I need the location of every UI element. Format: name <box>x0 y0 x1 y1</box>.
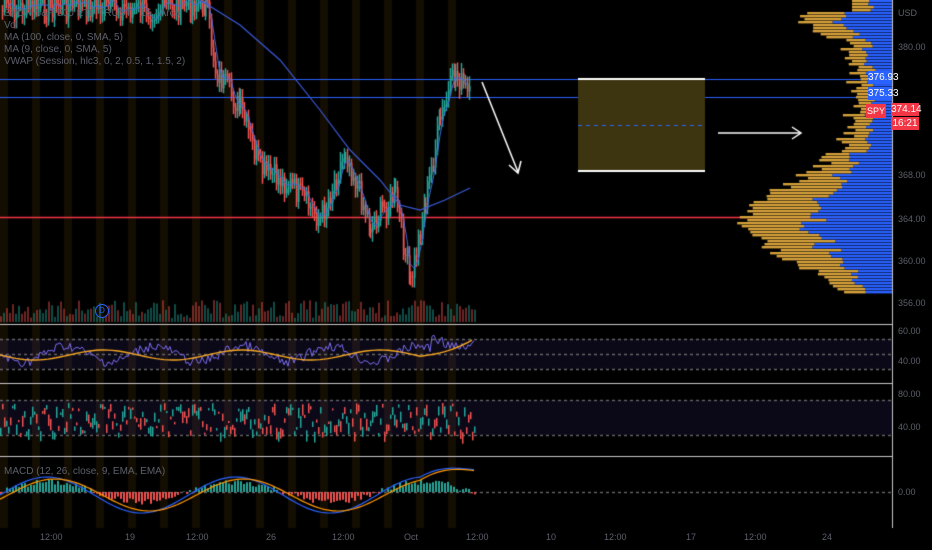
rsi-axis-label: 60.00 <box>898 326 921 336</box>
price-axis-label: 356.00 <box>898 298 926 308</box>
chart-legend: SPDR S&P 500 ETF TRUST · 15 · Arca Vol M… <box>4 8 185 68</box>
currency-label: USD <box>898 8 918 18</box>
legend-volume[interactable]: Vol <box>4 20 185 32</box>
price-tag-376: 376.93 <box>868 71 899 84</box>
time-label: 12:00 <box>40 532 63 542</box>
time-label: 24 <box>822 532 833 542</box>
countdown-tag: 16:21 <box>891 117 919 130</box>
symbol-badge: SPY <box>866 104 886 118</box>
time-label: 26 <box>266 532 277 542</box>
stoch-axis-label: 80.00 <box>898 389 921 399</box>
price-axis-label: 364.00 <box>898 214 926 224</box>
rsi-axis-label: 40.00 <box>898 356 921 366</box>
macd-axis-label: 0.00 <box>898 487 916 497</box>
stoch-axis-label: 40.00 <box>898 422 921 432</box>
price-axis-label: 380.00 <box>898 42 926 52</box>
macd-legend[interactable]: MACD (12, 26, close, 9, EMA, EMA) <box>4 466 165 478</box>
price-axis-label: 360.00 <box>898 256 926 266</box>
time-label: 17 <box>686 532 697 542</box>
price-tag-375: 375.33 <box>868 87 899 100</box>
legend-vwap[interactable]: VWAP (Session, hlc3, 0, 2, 0.5, 1, 1.5, … <box>4 56 185 68</box>
legend-ma-9[interactable]: MA (9, close, 0, SMA, 5) <box>4 44 185 56</box>
time-label: 12:00 <box>744 532 767 542</box>
time-label: 12:00 <box>332 532 355 542</box>
price-axis-label: 368.00 <box>898 170 926 180</box>
time-label: 10 <box>546 532 557 542</box>
legend-symbol[interactable]: SPDR S&P 500 ETF TRUST · 15 · Arca <box>4 8 185 20</box>
time-label: 12:00 <box>604 532 627 542</box>
time-label: 19 <box>125 532 136 542</box>
time-label: 12:00 <box>186 532 209 542</box>
time-label: Oct <box>404 532 419 542</box>
last-price-tag: 374.14 <box>891 103 922 116</box>
legend-ma-100[interactable]: MA (100, close, 0, SMA, 5) <box>4 32 185 44</box>
time-label: 12:00 <box>466 532 489 542</box>
dividend-marker[interactable]: D <box>95 304 109 318</box>
